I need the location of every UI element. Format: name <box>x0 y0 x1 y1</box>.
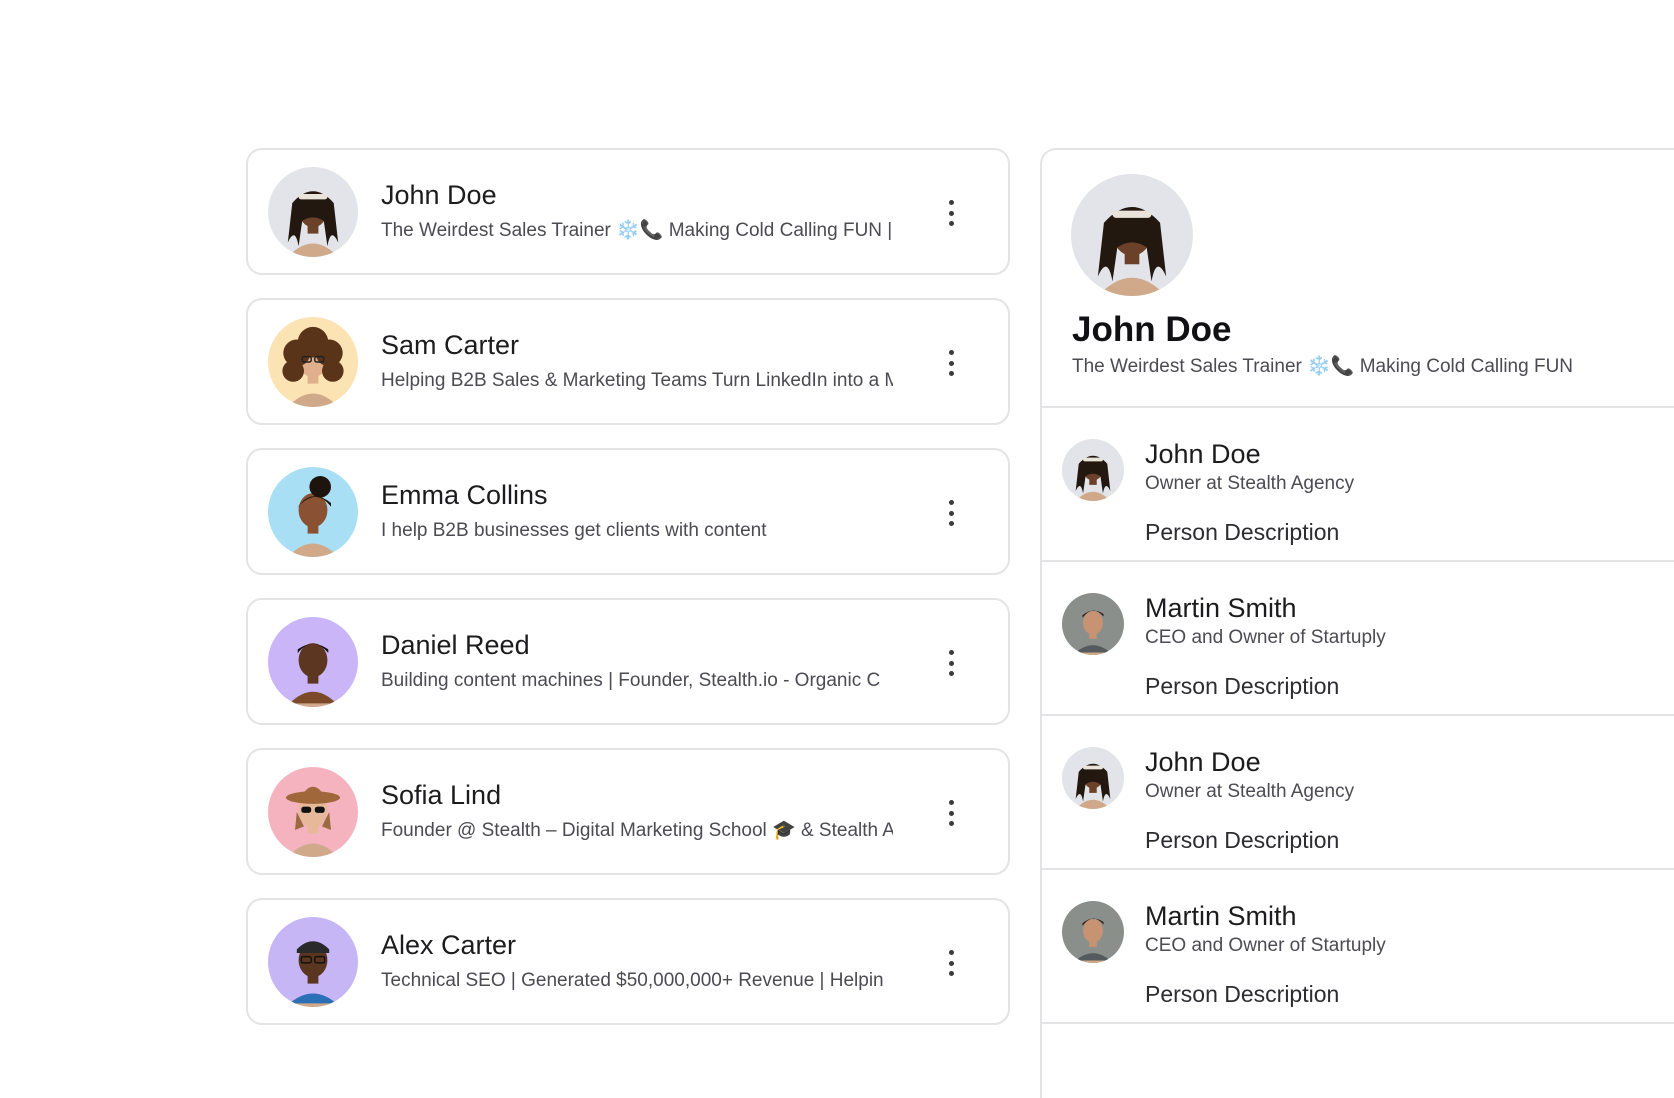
person-avatar-icon <box>268 317 358 407</box>
contact-card[interactable]: Emma Collins I help B2B businesses get c… <box>246 448 1010 575</box>
avatar <box>268 167 358 257</box>
person-item[interactable]: Martin Smith CEO and Owner of Startuply … <box>1042 870 1674 1024</box>
person-avatar-icon <box>268 617 358 707</box>
contact-card[interactable]: Alex Carter Technical SEO | Generated $5… <box>246 898 1010 1025</box>
contact-headline: Helping B2B Sales & Marketing Teams Turn… <box>381 370 893 391</box>
more-options-icon[interactable] <box>936 494 966 532</box>
more-options-icon[interactable] <box>936 344 966 382</box>
contact-name: John Doe <box>381 180 497 210</box>
person-name: Martin Smith <box>1145 593 1297 623</box>
person-description: Person Description <box>1145 519 1340 545</box>
contact-card[interactable]: Daniel Reed Building content machines | … <box>246 598 1010 725</box>
profile-headline: The Weirdest Sales Trainer ❄️📞 Making Co… <box>1072 356 1574 377</box>
contact-headline: Technical SEO | Generated $50,000,000+ R… <box>381 970 884 991</box>
person-description: Person Description <box>1145 673 1340 699</box>
person-avatar <box>1062 901 1124 963</box>
person-role: Owner at Stealth Agency <box>1145 473 1355 494</box>
person-avatar <box>1062 439 1124 501</box>
more-options-icon[interactable] <box>936 944 966 982</box>
person-role: Owner at Stealth Agency <box>1145 781 1355 802</box>
contact-headline: Building content machines | Founder, Ste… <box>381 670 881 691</box>
contact-name: Sam Carter <box>381 330 520 360</box>
person-avatar-icon <box>268 917 358 1007</box>
profile-header: John Doe The Weirdest Sales Trainer ❄️📞 … <box>1042 150 1674 408</box>
avatar <box>268 917 358 1007</box>
avatar <box>268 467 358 557</box>
person-name: Martin Smith <box>1145 901 1297 931</box>
person-item[interactable]: John Doe Owner at Stealth Agency Person … <box>1042 408 1674 562</box>
contact-name: Sofia Lind <box>381 780 502 810</box>
person-role: CEO and Owner of Startuply <box>1145 935 1386 956</box>
avatar <box>268 767 358 857</box>
person-avatar <box>1062 747 1124 809</box>
person-avatar-icon <box>268 767 358 857</box>
contact-headline: I help B2B businesses get clients with c… <box>381 520 767 541</box>
person-avatar-icon <box>1062 747 1124 809</box>
profile-panel: John Doe The Weirdest Sales Trainer ❄️📞 … <box>1040 148 1674 1098</box>
person-name: John Doe <box>1145 439 1261 469</box>
person-item[interactable]: Martin Smith CEO and Owner of Startuply … <box>1042 562 1674 716</box>
person-description: Person Description <box>1145 827 1340 853</box>
avatar <box>268 617 358 707</box>
more-options-icon[interactable] <box>936 644 966 682</box>
contact-card[interactable]: Sofia Lind Founder @ Stealth – Digital M… <box>246 748 1010 875</box>
contact-card[interactable]: Sam Carter Helping B2B Sales & Marketing… <box>246 298 1010 425</box>
contact-list: John Doe The Weirdest Sales Trainer ❄️📞 … <box>246 148 1010 1048</box>
contact-headline: The Weirdest Sales Trainer ❄️📞 Making Co… <box>381 220 893 241</box>
person-avatar-icon <box>1062 901 1124 963</box>
person-avatar-icon <box>1062 439 1124 501</box>
contact-card[interactable]: John Doe The Weirdest Sales Trainer ❄️📞 … <box>246 148 1010 275</box>
more-options-icon[interactable] <box>936 794 966 832</box>
person-name: John Doe <box>1145 747 1261 777</box>
contact-headline: Founder @ Stealth – Digital Marketing Sc… <box>381 820 893 841</box>
profile-avatar <box>1071 174 1193 296</box>
contact-name: Emma Collins <box>381 480 548 510</box>
person-avatar <box>1062 593 1124 655</box>
person-avatar-icon <box>1062 593 1124 655</box>
contact-name: Alex Carter <box>381 930 517 960</box>
person-avatar-icon <box>1071 174 1193 296</box>
page: John Doe The Weirdest Sales Trainer ❄️📞 … <box>0 0 1674 1098</box>
person-avatar-icon <box>268 167 358 257</box>
avatar <box>268 317 358 407</box>
person-description: Person Description <box>1145 981 1340 1007</box>
profile-name: John Doe <box>1072 310 1232 349</box>
person-role: CEO and Owner of Startuply <box>1145 627 1386 648</box>
more-options-icon[interactable] <box>936 194 966 232</box>
person-item[interactable]: John Doe Owner at Stealth Agency Person … <box>1042 716 1674 870</box>
person-avatar-icon <box>268 467 358 557</box>
contact-name: Daniel Reed <box>381 630 530 660</box>
